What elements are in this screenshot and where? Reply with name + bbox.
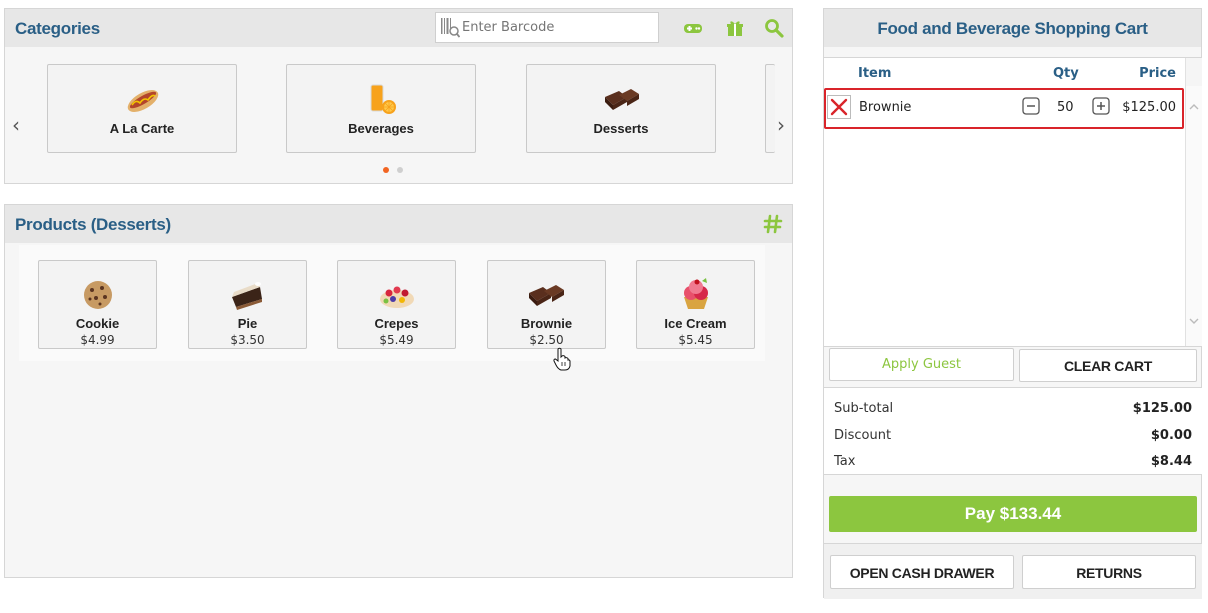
- category-label: Desserts: [593, 121, 649, 136]
- brownie-icon: [529, 285, 564, 306]
- barcode-input[interactable]: [462, 17, 652, 37]
- cart-item-qty: 50: [1057, 100, 1074, 115]
- open-cash-drawer-button[interactable]: OPEN CASH DRAWER: [830, 555, 1014, 589]
- category-beverages[interactable]: Beverages: [286, 64, 476, 153]
- column-header-item: Item: [858, 66, 892, 81]
- clear-cart-button[interactable]: CLEAR CART: [1019, 349, 1197, 382]
- scrollbar-header: [1185, 58, 1202, 87]
- category-partial-tile[interactable]: [765, 64, 775, 153]
- pager-dot[interactable]: [397, 167, 403, 173]
- barcode-field[interactable]: [435, 12, 659, 43]
- category-label: A La Carte: [109, 121, 175, 136]
- column-header-price: Price: [1139, 66, 1176, 81]
- product-ice-cream[interactable]: Ice Cream $5.45: [636, 260, 755, 349]
- categories-next-arrow[interactable]: ›: [777, 113, 785, 137]
- shopping-cart-panel: Food and Beverage Shopping Cart Item Qty…: [823, 8, 1202, 599]
- subtotal-value: $125.00: [1132, 401, 1192, 416]
- product-crepes[interactable]: Crepes $5.49: [337, 260, 456, 349]
- qty-increase-button[interactable]: [1092, 97, 1110, 115]
- subtotal-label: Sub-total: [834, 401, 894, 416]
- barcode-icon: [441, 18, 460, 38]
- returns-button[interactable]: RETURNS: [1022, 555, 1196, 589]
- categories-prev-arrow[interactable]: ‹: [12, 113, 20, 137]
- products-title: Products (Desserts): [15, 215, 171, 234]
- category-label: Beverages: [348, 121, 414, 136]
- search-icon[interactable]: [764, 18, 784, 38]
- product-price: $3.50: [230, 333, 265, 347]
- tax-value: $8.44: [1150, 454, 1192, 469]
- categories-panel: Categories ‹ ›: [4, 8, 793, 184]
- product-name: Pie: [237, 316, 258, 331]
- cart-scrollbar[interactable]: [1185, 86, 1202, 346]
- product-name: Brownie: [520, 316, 573, 331]
- products-panel: Products (Desserts) Cookie $4.99 Pie $3.…: [4, 204, 793, 578]
- scroll-down-icon[interactable]: [1189, 317, 1199, 325]
- remove-item-button[interactable]: [827, 95, 851, 119]
- hotdog-icon: [127, 90, 159, 112]
- hashtag-icon[interactable]: [763, 214, 783, 234]
- ice-cream-icon: [684, 278, 708, 309]
- product-price: $5.49: [379, 333, 414, 347]
- orange-juice-icon: [370, 84, 396, 114]
- cart-title: Food and Beverage Shopping Cart: [877, 19, 1148, 38]
- column-header-qty: Qty: [1053, 66, 1079, 81]
- pager-dot-active[interactable]: [383, 167, 389, 173]
- product-price: $2.50: [529, 333, 564, 347]
- remove-x-icon: [830, 98, 848, 116]
- product-name: Cookie: [75, 316, 120, 331]
- product-brownie[interactable]: Brownie $2.50: [487, 260, 606, 349]
- brownie-icon: [605, 89, 639, 110]
- cart-item-price: $125.00: [1122, 100, 1176, 115]
- product-name: Crepes: [374, 316, 419, 331]
- cart-row: Brownie 50 $125.00: [824, 88, 1184, 129]
- scroll-up-icon[interactable]: [1189, 103, 1199, 111]
- cookie-icon: [84, 281, 112, 309]
- cart-item-name: Brownie: [859, 100, 912, 115]
- product-cookie[interactable]: Cookie $4.99: [38, 260, 157, 349]
- cart-footer: OPEN CASH DRAWER RETURNS: [824, 543, 1202, 599]
- discount-value: $0.00: [1150, 428, 1192, 443]
- gamepad-icon[interactable]: [683, 18, 703, 38]
- products-header: Products (Desserts): [5, 205, 792, 243]
- pay-button[interactable]: Pay $133.44: [829, 496, 1197, 532]
- product-price: $5.45: [678, 333, 713, 347]
- discount-label: Discount: [834, 428, 892, 443]
- categories-header: Categories: [5, 9, 792, 47]
- cart-header: Food and Beverage Shopping Cart: [824, 9, 1201, 47]
- product-price: $4.99: [80, 333, 115, 347]
- category-a-la-carte[interactable]: A La Carte: [47, 64, 237, 153]
- crepes-icon: [380, 286, 414, 308]
- cart-totals: Sub-total $125.00 Discount $0.00 Tax $8.…: [824, 387, 1202, 475]
- gift-icon[interactable]: [725, 18, 745, 38]
- product-name: Ice Cream: [664, 316, 727, 331]
- categories-title: Categories: [15, 19, 100, 38]
- tax-label: Tax: [834, 454, 856, 469]
- qty-decrease-button[interactable]: [1022, 97, 1040, 115]
- pie-icon: [232, 282, 262, 310]
- apply-guest-button[interactable]: Apply Guest: [829, 348, 1014, 381]
- category-desserts[interactable]: Desserts: [526, 64, 716, 153]
- hand-cursor-icon: [553, 347, 571, 371]
- cart-item-list: Item Qty Price Brownie 50 $125.00: [824, 57, 1202, 347]
- product-pie[interactable]: Pie $3.50: [188, 260, 307, 349]
